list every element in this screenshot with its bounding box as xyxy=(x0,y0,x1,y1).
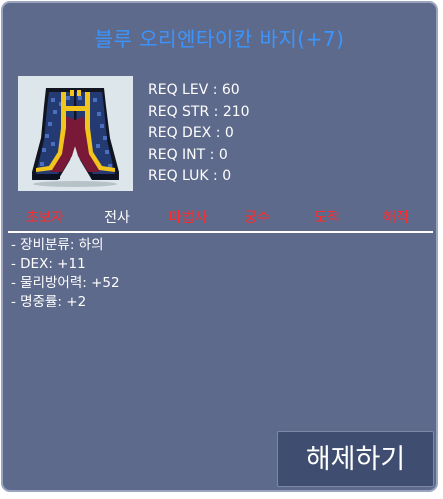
stat-dex: - DEX: +11 xyxy=(11,256,86,272)
req-level: REQ LEV : 60 xyxy=(148,82,240,98)
job-thief: 도적 xyxy=(314,210,340,226)
job-beginner: 초보자 xyxy=(25,210,65,226)
item-icon-frame xyxy=(18,76,133,191)
item-title: 블루 오리엔타이칸 바지(+7) xyxy=(94,27,345,51)
requirements-list: REQ LEV : 60 REQ STR : 210 REQ DEX : 0 R… xyxy=(148,80,250,188)
stat-accuracy: - 명중률: +2 xyxy=(11,294,87,310)
stat-category: - 장비분류: 하의 xyxy=(11,237,104,253)
blue-pants-icon xyxy=(32,88,119,187)
divider xyxy=(8,231,433,233)
item-tooltip: 블루 오리엔타이칸 바지(+7) REQ LEV: 60 REQ STR: … xyxy=(1,1,438,492)
job-archer: 궁수 xyxy=(244,210,270,226)
unequip-button[interactable]: 해제하기 xyxy=(277,431,434,487)
req-dex: REQ DEX : 0 xyxy=(148,125,234,141)
req-luk: REQ LUK : 0 xyxy=(148,168,232,184)
job-pirate: 해적 xyxy=(383,210,409,226)
job-list: 초보자 전사 마법사 궁수 도적 해적 xyxy=(3,207,436,227)
req-int: REQ INT : 0 xyxy=(148,146,228,163)
req-str: REQ STR : 210 xyxy=(148,103,250,120)
job-magician: 마법사 xyxy=(168,210,208,226)
stat-defense: - 물리방어력: +52 xyxy=(11,275,120,291)
stats-list: - 장비분류: 하의 - DEX: +11 - 물리방어력: +52 - 명중률… xyxy=(11,236,120,312)
job-warrior: 전사 xyxy=(104,210,130,226)
